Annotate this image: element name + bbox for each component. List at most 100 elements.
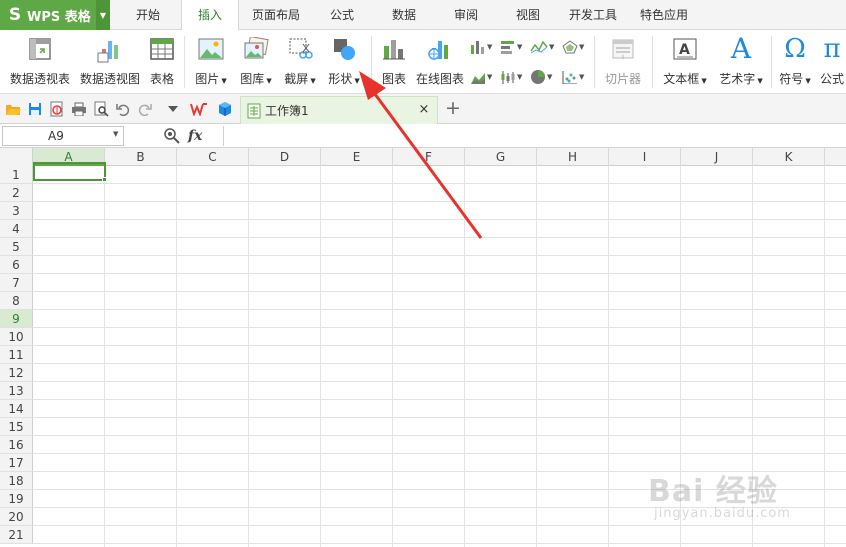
row-header-18[interactable]: 18	[0, 472, 33, 490]
print-icon[interactable]	[70, 100, 88, 118]
column-header-i[interactable]: I	[609, 148, 681, 166]
row-header-11[interactable]: 11	[0, 346, 33, 364]
column-header-c[interactable]: C	[177, 148, 249, 166]
symbol-button[interactable]: Ω 符号 ▼	[776, 34, 814, 90]
table-icon	[146, 34, 178, 64]
online-chart-button[interactable]: 在线图表	[412, 34, 468, 90]
row-header-16[interactable]: 16	[0, 436, 33, 454]
tab-page-layout[interactable]: 页面布局	[244, 0, 308, 30]
shapes-button[interactable]: 形状 ▼	[324, 34, 364, 90]
wordart-button[interactable]: A 艺术字 ▼	[716, 34, 766, 90]
row-header-20[interactable]: 20	[0, 508, 33, 526]
row-header-13[interactable]: 13	[0, 382, 33, 400]
picture-button[interactable]: 图片 ▼	[190, 34, 232, 90]
row-header-6[interactable]: 6	[0, 256, 33, 274]
column-header-h[interactable]: H	[537, 148, 609, 166]
radar-chart-icon	[562, 40, 578, 54]
tab-view[interactable]: 视图	[500, 0, 556, 30]
fill-handle[interactable]	[102, 177, 107, 182]
column-header-g[interactable]: G	[465, 148, 537, 166]
row-header-4[interactable]: 4	[0, 220, 33, 238]
column-header-e[interactable]: E	[321, 148, 393, 166]
table-button[interactable]: 表格	[146, 34, 178, 90]
row-header-21[interactable]: 21	[0, 526, 33, 544]
column-header-d[interactable]: D	[249, 148, 321, 166]
active-cell-a9[interactable]	[33, 162, 106, 181]
pivot-chart-button[interactable]: 数据透视图	[78, 34, 142, 90]
textbox-button[interactable]: A 文本框 ▼	[658, 34, 712, 90]
formula-button[interactable]: π 公式	[818, 34, 846, 90]
column-header-k[interactable]: K	[753, 148, 825, 166]
row-header-8[interactable]: 8	[0, 292, 33, 310]
row-header-3[interactable]: 3	[0, 202, 33, 220]
menu-bar: S WPS 表格 ▼ 开始 插入 页面布局 公式 数据 审阅 视图 开发工具 特…	[0, 0, 846, 31]
row-header-15[interactable]: 15	[0, 418, 33, 436]
stock-chart-button[interactable]: ▼	[500, 66, 522, 88]
scatter-chart-button[interactable]: ▼	[562, 66, 584, 88]
save-icon[interactable]	[26, 100, 44, 118]
new-tab-plus-icon[interactable]: +	[444, 98, 462, 118]
pivot-table-button[interactable]: 数据透视表	[6, 34, 74, 90]
pi-icon: π	[823, 34, 841, 64]
row-header-2[interactable]: 2	[0, 184, 33, 202]
tab-formulas[interactable]: 公式	[312, 0, 372, 30]
column-header-f[interactable]: F	[393, 148, 465, 166]
row-header-7[interactable]: 7	[0, 274, 33, 292]
wps-brand-icon[interactable]	[190, 100, 208, 118]
screenshot-label: 截屏 ▼	[284, 72, 316, 86]
tab-review[interactable]: 审阅	[436, 0, 496, 30]
line-chart-button[interactable]: ▼	[530, 36, 554, 58]
gallery-button[interactable]: 图库 ▼	[236, 34, 276, 90]
wordart-icon: A	[730, 32, 752, 65]
ribbon-separator	[184, 36, 185, 88]
redo-icon[interactable]	[136, 100, 154, 118]
column-headers: ABCDEFGHIJK	[0, 148, 846, 166]
document-tab[interactable]: 工作簿1 ×	[240, 96, 438, 124]
print-preview-icon[interactable]	[92, 100, 110, 118]
chart-label: 图表	[381, 72, 406, 86]
name-box[interactable]: A9	[2, 126, 124, 146]
open-folder-icon[interactable]	[4, 100, 22, 118]
row-header-1[interactable]: 1	[0, 166, 33, 184]
tab-special-apps[interactable]: 特色应用	[630, 0, 698, 30]
wps-logo-icon: S	[8, 5, 22, 25]
column-chart-icon	[471, 41, 484, 54]
slicer-button[interactable]: 切片器	[600, 34, 646, 90]
pie-chart-button[interactable]: ▼	[530, 66, 552, 88]
formula-input[interactable]	[223, 126, 844, 146]
tab-developer[interactable]: 开发工具	[560, 0, 626, 30]
tab-insert[interactable]: 插入	[181, 0, 239, 31]
column-chart-button[interactable]: ▼	[470, 36, 492, 58]
row-header-17[interactable]: 17	[0, 454, 33, 472]
insert-function-button[interactable]: fx	[188, 126, 210, 146]
shapes-label: 形状 ▼	[328, 72, 360, 86]
close-icon[interactable]: ×	[417, 102, 431, 118]
radar-chart-button[interactable]: ▼	[562, 36, 584, 58]
customize-toolbar-dropdown-icon[interactable]	[164, 100, 182, 118]
chart-button[interactable]: 图表	[378, 34, 410, 90]
row-header-5[interactable]: 5	[0, 238, 33, 256]
row-header-9[interactable]: 9	[0, 310, 33, 328]
app-menu-dropdown-icon[interactable]: ▼	[96, 0, 110, 30]
app-menu-button[interactable]: S WPS 表格 ▼	[0, 0, 110, 30]
row-header-10[interactable]: 10	[0, 328, 33, 346]
row-header-14[interactable]: 14	[0, 400, 33, 418]
bar-chart-button[interactable]: ▼	[500, 36, 522, 58]
select-all-corner[interactable]	[0, 148, 33, 166]
column-header-b[interactable]: B	[105, 148, 177, 166]
cloud-box-icon[interactable]	[216, 100, 234, 118]
undo-icon[interactable]	[114, 100, 132, 118]
export-pdf-icon[interactable]	[48, 100, 66, 118]
wordart-label: 艺术字 ▼	[719, 72, 763, 86]
area-chart-button[interactable]: ▼	[470, 66, 492, 88]
name-box-dropdown-icon[interactable]: ▼	[113, 130, 118, 138]
row-header-12[interactable]: 12	[0, 364, 33, 382]
screenshot-button[interactable]: 截屏 ▼	[280, 34, 320, 90]
column-header-j[interactable]: J	[681, 148, 753, 166]
formula-label: 公式	[819, 72, 844, 86]
find-magnifier-icon[interactable]	[163, 127, 181, 145]
picture-icon	[190, 34, 232, 64]
tab-data[interactable]: 数据	[376, 0, 432, 30]
tab-home[interactable]: 开始	[116, 0, 180, 30]
row-header-19[interactable]: 19	[0, 490, 33, 508]
